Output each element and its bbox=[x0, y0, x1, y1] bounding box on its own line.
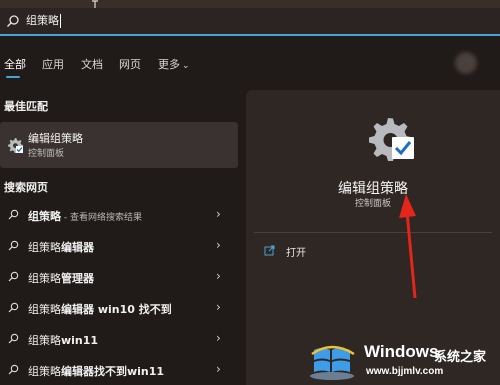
search-box[interactable]: 组策略 bbox=[0, 8, 500, 36]
suggestion-bold: 编辑器 bbox=[61, 241, 94, 254]
web-search-item[interactable]: 组策略编辑器 › bbox=[0, 231, 238, 261]
chevron-down-icon: ⌄ bbox=[182, 61, 190, 71]
suggestion-bold: 编辑器找不到win11 bbox=[61, 365, 165, 378]
windows-logo-icon bbox=[310, 345, 355, 380]
details-subtitle: 控制面板 bbox=[354, 199, 391, 209]
chevron-right-icon: › bbox=[216, 207, 221, 221]
window-top-strip bbox=[0, 0, 500, 8]
watermark-brand: Windows bbox=[364, 342, 439, 361]
search-icon bbox=[8, 240, 19, 251]
chevron-right-icon: › bbox=[216, 238, 221, 252]
best-match-name: 编辑组策略 bbox=[28, 132, 83, 145]
tab-more-label: 更多 bbox=[158, 58, 180, 71]
tab-documents[interactable]: 文档 bbox=[81, 56, 103, 72]
divider bbox=[254, 232, 492, 233]
chevron-right-icon: › bbox=[216, 269, 221, 283]
web-search-heading: 搜索网页 bbox=[4, 181, 48, 194]
watermark-brand-cn: 系统之家 bbox=[434, 350, 487, 365]
suggestion-normal: 组策略 bbox=[28, 241, 61, 254]
watermark: Windows 系统之家 www.bjjmlv.com bbox=[302, 334, 500, 385]
suggestion-bold: 编辑器 win10 找不到 bbox=[61, 303, 172, 316]
chevron-right-icon: › bbox=[216, 300, 221, 314]
details-title: 编辑组策略 bbox=[338, 181, 408, 197]
user-avatar[interactable] bbox=[455, 52, 477, 74]
suggestion-normal: 组策略 bbox=[28, 272, 61, 285]
web-search-item[interactable]: 组策略编辑器 win10 找不到 › bbox=[0, 293, 238, 323]
search-icon bbox=[8, 271, 19, 282]
web-search-item[interactable]: 组策略管理器 › bbox=[0, 262, 238, 292]
suggestion-normal: 组策略 bbox=[28, 303, 61, 316]
best-match-item[interactable]: 编辑组策略 控制面板 bbox=[0, 122, 238, 168]
active-tab-indicator bbox=[6, 76, 20, 78]
search-icon bbox=[8, 209, 19, 220]
chevron-right-icon: › bbox=[216, 331, 221, 345]
suggestion-bold: win11 bbox=[61, 334, 99, 347]
web-search-item[interactable]: 组策略win11 › bbox=[0, 324, 238, 354]
web-search-item[interactable]: 组策略编辑器找不到win11 › bbox=[0, 355, 238, 385]
gear-icon bbox=[369, 118, 414, 161]
suggestion-bold: 组策略 bbox=[28, 210, 61, 223]
watermark-url: www.bjjmlv.com bbox=[366, 366, 444, 377]
search-icon bbox=[8, 333, 19, 344]
tab-all[interactable]: 全部 bbox=[4, 56, 26, 72]
search-input[interactable]: 组策略 bbox=[26, 14, 61, 28]
search-icon bbox=[7, 15, 19, 27]
web-search-item[interactable]: 组策略 - 查看网络搜索结果 › bbox=[0, 200, 238, 230]
chevron-right-icon: › bbox=[216, 362, 221, 376]
tab-more[interactable]: 更多 ⌄ bbox=[158, 56, 190, 72]
gear-icon bbox=[8, 138, 23, 153]
suggestion-normal: 组策略 bbox=[28, 365, 61, 378]
suggestion-muted: - 查看网络搜索结果 bbox=[61, 213, 142, 223]
search-icon bbox=[8, 302, 19, 313]
tab-web[interactable]: 网页 bbox=[119, 56, 141, 72]
filter-tabs: 全部 应用 文档 网页 更多 ⌄ bbox=[0, 44, 500, 80]
suggestion-bold: 管理器 bbox=[61, 272, 94, 285]
open-label: 打开 bbox=[286, 248, 306, 259]
best-match-heading: 最佳匹配 bbox=[4, 100, 48, 113]
tab-apps[interactable]: 应用 bbox=[42, 56, 64, 72]
search-icon bbox=[8, 364, 19, 375]
best-match-subtitle: 控制面板 bbox=[28, 149, 65, 159]
open-external-icon bbox=[264, 245, 275, 256]
suggestion-normal: 组策略 bbox=[28, 334, 61, 347]
red-arrow-annotation bbox=[399, 194, 417, 299]
